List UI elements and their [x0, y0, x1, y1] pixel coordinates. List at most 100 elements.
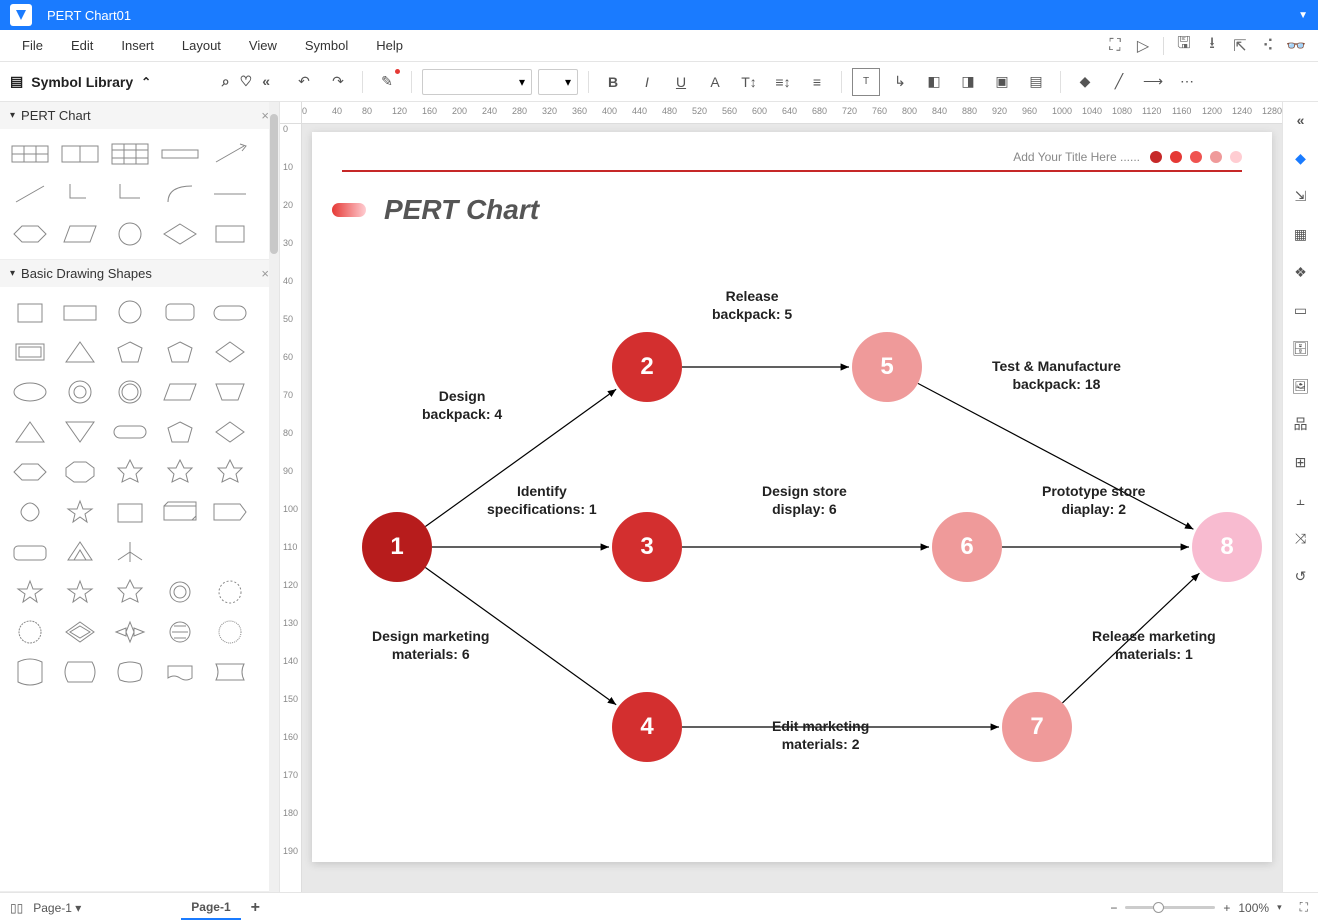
- ungroup-button[interactable]: ▤: [1022, 68, 1050, 96]
- page-dropdown[interactable]: Page-1 ▾: [33, 901, 81, 915]
- zoom-level[interactable]: 100%: [1238, 901, 1269, 915]
- fill-button[interactable]: ◆: [1071, 68, 1099, 96]
- font-size-select[interactable]: ▾: [538, 69, 578, 95]
- shape-item[interactable]: [106, 533, 154, 571]
- shape-item[interactable]: [106, 373, 154, 411]
- zoom-slider[interactable]: [1125, 906, 1215, 909]
- menu-view[interactable]: View: [235, 38, 291, 53]
- shape-item[interactable]: [156, 453, 204, 491]
- chart-heading[interactable]: PERT Chart: [384, 194, 539, 226]
- shape-item[interactable]: [106, 493, 154, 531]
- shape-item[interactable]: [206, 373, 254, 411]
- shape-item[interactable]: [56, 653, 104, 691]
- shape-item[interactable]: [6, 293, 54, 331]
- undo-button[interactable]: ↶: [290, 68, 318, 96]
- shuffle-icon[interactable]: ⤨: [1289, 526, 1313, 550]
- bring-front-button[interactable]: ◧: [920, 68, 948, 96]
- align-button[interactable]: ≡: [803, 68, 831, 96]
- text-direction-button[interactable]: T↕: [735, 68, 763, 96]
- menu-symbol[interactable]: Symbol: [291, 38, 362, 53]
- organize-icon[interactable]: 品: [1289, 412, 1313, 436]
- edge-label[interactable]: Design marketingmaterials: 6: [372, 627, 489, 663]
- page-tab[interactable]: Page-1: [181, 896, 240, 920]
- pert-node-5[interactable]: 5: [852, 332, 922, 402]
- text-box-button[interactable]: T: [852, 68, 880, 96]
- shape-item[interactable]: [156, 293, 204, 331]
- add-page-button[interactable]: +: [251, 899, 260, 917]
- database-icon[interactable]: 🗄: [1289, 336, 1313, 360]
- underline-button[interactable]: U: [667, 68, 695, 96]
- shape-item[interactable]: [56, 613, 104, 651]
- shape-item[interactable]: [106, 413, 154, 451]
- save-icon[interactable]: 🖫: [1170, 32, 1198, 60]
- pert-node-3[interactable]: 3: [612, 512, 682, 582]
- download-icon[interactable]: ⭳: [1198, 32, 1226, 60]
- panel-scrollbar[interactable]: [269, 102, 279, 892]
- shape-item[interactable]: [206, 573, 254, 611]
- shape-item[interactable]: [156, 493, 204, 531]
- format-painter-button[interactable]: ✎: [373, 68, 401, 96]
- shape-item[interactable]: [206, 493, 254, 531]
- shape-item[interactable]: [106, 573, 154, 611]
- edge-label[interactable]: Release marketingmaterials: 1: [1092, 627, 1216, 663]
- shape-item[interactable]: [56, 135, 104, 173]
- shape-item[interactable]: [56, 333, 104, 371]
- shape-item[interactable]: [106, 293, 154, 331]
- close-icon[interactable]: ×: [261, 108, 269, 123]
- fullscreen-icon[interactable]: ⛶: [1300, 900, 1308, 915]
- canvas-viewport[interactable]: Add Your Title Here ...... PERT Chart 12…: [302, 124, 1282, 892]
- export-panel-icon[interactable]: ⇲: [1289, 184, 1313, 208]
- group-button[interactable]: ▣: [988, 68, 1016, 96]
- shape-item[interactable]: [206, 453, 254, 491]
- pages-icon[interactable]: ▯▯: [10, 901, 23, 915]
- bold-button[interactable]: B: [599, 68, 627, 96]
- shape-item[interactable]: [6, 373, 54, 411]
- grid-icon[interactable]: ▦: [1289, 222, 1313, 246]
- image-icon[interactable]: 🖼: [1289, 374, 1313, 398]
- pert-node-2[interactable]: 2: [612, 332, 682, 402]
- shape-item[interactable]: [56, 493, 104, 531]
- shape-item[interactable]: [156, 653, 204, 691]
- menu-layout[interactable]: Layout: [168, 38, 235, 53]
- line-spacing-button[interactable]: ≡↕: [769, 68, 797, 96]
- zoom-dropdown-icon[interactable]: ▾: [1277, 902, 1282, 913]
- shape-item[interactable]: [206, 413, 254, 451]
- italic-button[interactable]: I: [633, 68, 661, 96]
- shape-item[interactable]: [156, 333, 204, 371]
- pert-node-6[interactable]: 6: [932, 512, 1002, 582]
- layers-icon[interactable]: ❖: [1289, 260, 1313, 284]
- search-icon[interactable]: ⌕: [222, 73, 230, 90]
- edge-label[interactable]: Edit marketingmaterials: 2: [772, 717, 869, 753]
- canvas-page[interactable]: Add Your Title Here ...... PERT Chart 12…: [312, 132, 1272, 862]
- shape-item[interactable]: [6, 135, 54, 173]
- edge-label[interactable]: Design storedisplay: 6: [762, 482, 847, 518]
- shape-item[interactable]: [56, 573, 104, 611]
- shape-item[interactable]: [206, 135, 254, 173]
- capture-icon[interactable]: ⛶: [1101, 32, 1129, 60]
- shape-item[interactable]: [6, 333, 54, 371]
- shape-item[interactable]: [106, 613, 154, 651]
- edge-label[interactable]: Designbackpack: 4: [422, 387, 502, 423]
- share-icon[interactable]: ⠪: [1254, 32, 1282, 60]
- more-button[interactable]: ⋯: [1173, 68, 1201, 96]
- title-dropdown-icon[interactable]: ▼: [1298, 10, 1308, 21]
- shape-item[interactable]: [6, 613, 54, 651]
- shape-item[interactable]: [56, 373, 104, 411]
- font-color-button[interactable]: A: [701, 68, 729, 96]
- slide-icon[interactable]: ▭: [1289, 298, 1313, 322]
- shape-item[interactable]: [206, 613, 254, 651]
- pert-node-7[interactable]: 7: [1002, 692, 1072, 762]
- line-button[interactable]: ╱: [1105, 68, 1133, 96]
- shape-item[interactable]: [6, 413, 54, 451]
- shape-item[interactable]: [56, 215, 104, 253]
- menu-insert[interactable]: Insert: [107, 38, 168, 53]
- shape-item[interactable]: [6, 215, 54, 253]
- shape-item[interactable]: [56, 453, 104, 491]
- menu-help[interactable]: Help: [362, 38, 417, 53]
- edge-label[interactable]: Test & Manufacturebackpack: 18: [992, 357, 1121, 393]
- shape-item[interactable]: [156, 613, 204, 651]
- pert-node-1[interactable]: 1: [362, 512, 432, 582]
- export-icon[interactable]: ⇱: [1226, 32, 1254, 60]
- shape-item[interactable]: [156, 373, 204, 411]
- connector-style-button[interactable]: ⟶: [1139, 68, 1167, 96]
